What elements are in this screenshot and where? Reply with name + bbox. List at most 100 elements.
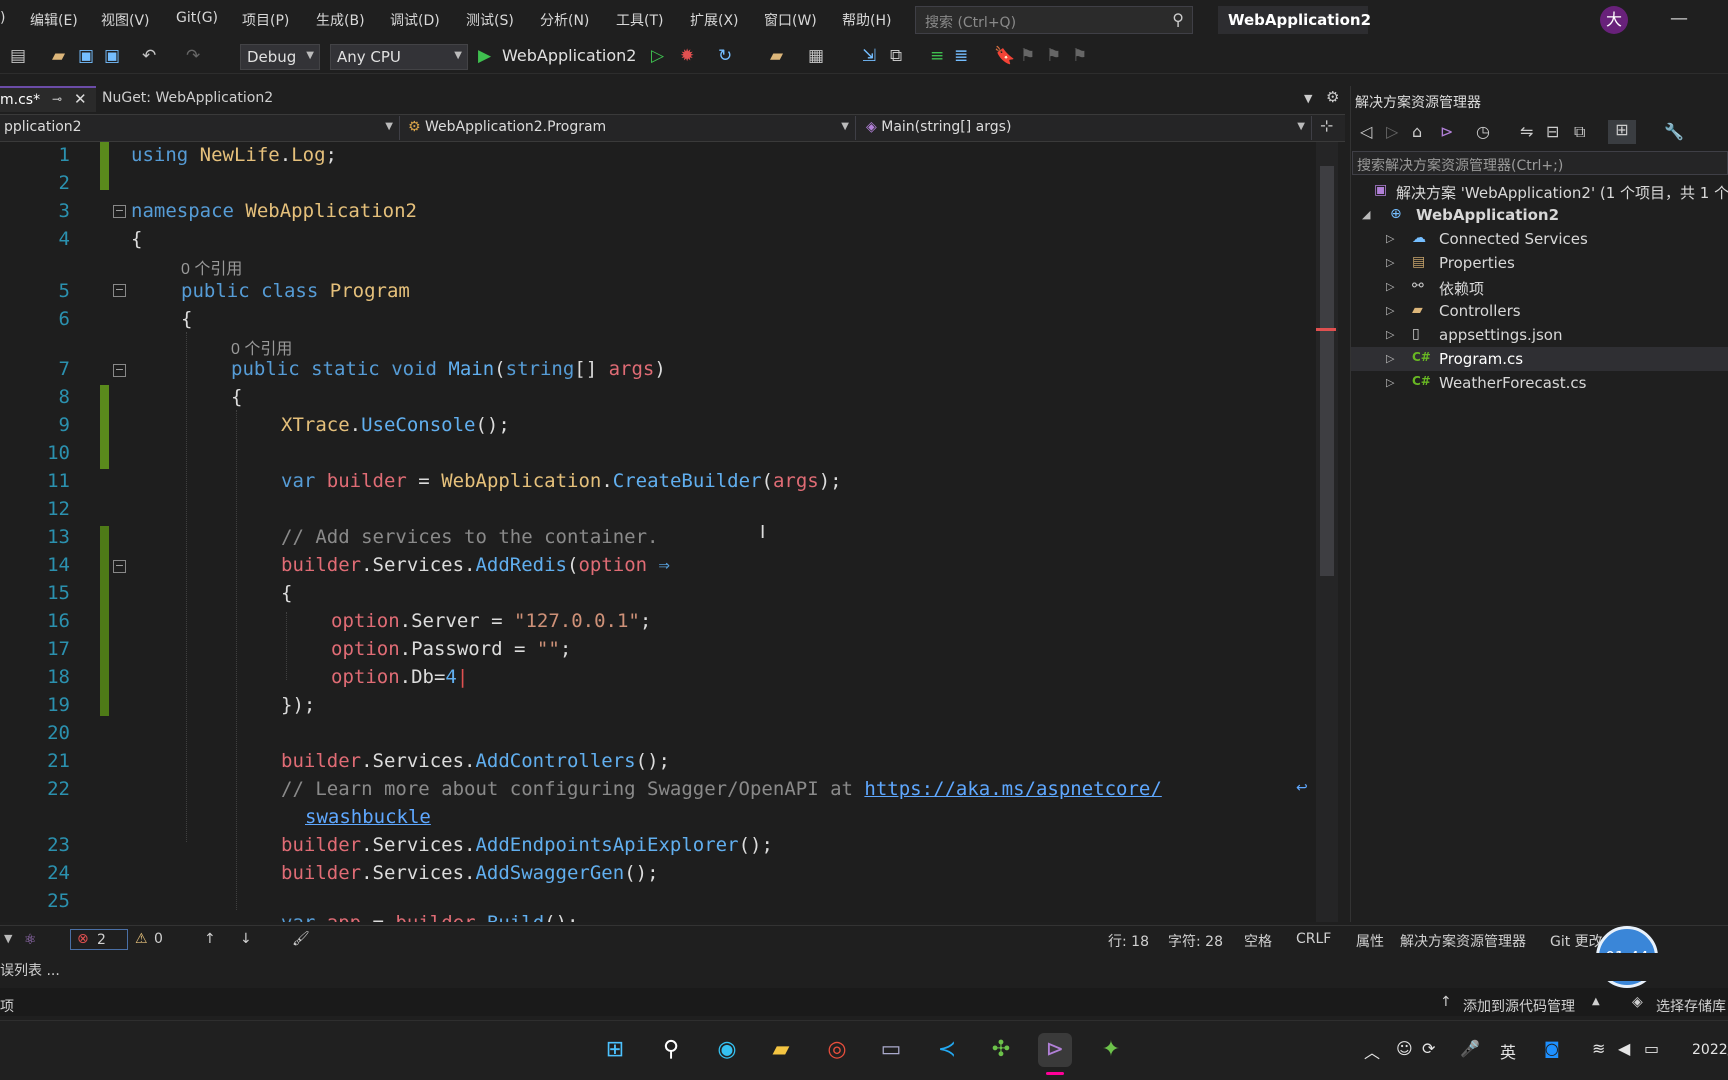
tab-git-changes[interactable]: Git 更改 xyxy=(1550,931,1603,951)
redo-icon[interactable]: ↷ xyxy=(186,46,200,66)
chevron-down-icon[interactable]: ▼ xyxy=(4,932,12,945)
expand-arrow-icon[interactable]: ◢ xyxy=(1362,208,1370,221)
collapse-arrow-icon[interactable]: ▷ xyxy=(1386,328,1394,341)
undo-icon[interactable]: ↶ xyxy=(142,46,156,66)
error-list-tab[interactable]: 误列表 ... xyxy=(0,960,60,980)
new-project-icon[interactable]: ▤ xyxy=(10,46,26,66)
bookmark-next-icon[interactable]: ⚑ xyxy=(1046,46,1061,66)
tree-item-properties[interactable]: Properties xyxy=(1439,254,1515,272)
search-input[interactable]: 搜索 (Ctrl+Q) ⚲ xyxy=(915,6,1193,34)
line-indicator[interactable]: 行: 18 xyxy=(1108,931,1149,951)
search-icon[interactable]: ⚲ xyxy=(654,1033,688,1067)
column-indicator[interactable]: 字符: 28 xyxy=(1168,931,1223,951)
sync-tray-icon[interactable]: ⟳ xyxy=(1422,1039,1435,1058)
microphone-icon[interactable]: 🎤 xyxy=(1460,1039,1480,1058)
collapse-arrow-icon[interactable]: ▷ xyxy=(1386,376,1394,389)
configuration-select[interactable]: Debug ▼ xyxy=(240,44,320,70)
copilot-icon[interactable]: ⚛ xyxy=(24,932,37,948)
refresh-icon[interactable]: ↻ xyxy=(718,46,732,66)
battery-icon[interactable]: ▭ xyxy=(1644,1039,1659,1058)
edge-icon[interactable]: ◉ xyxy=(710,1033,744,1067)
vs-icon[interactable]: ⊳ xyxy=(1440,122,1453,141)
chrome-icon[interactable]: ◎ xyxy=(820,1033,854,1067)
vertical-scrollbar[interactable] xyxy=(1316,142,1338,922)
tree-item-connected-services[interactable]: Connected Services xyxy=(1439,230,1588,248)
file-explorer-icon[interactable]: ▰ xyxy=(764,1033,798,1067)
avatar[interactable]: 大 xyxy=(1600,6,1628,34)
tab-properties[interactable]: 属性 xyxy=(1356,931,1384,951)
visual-studio-icon[interactable]: ⊳ xyxy=(1038,1033,1072,1067)
collapse-arrow-icon[interactable]: ▷ xyxy=(1386,256,1394,269)
collapse-arrow-icon[interactable]: ▷ xyxy=(1386,352,1394,365)
window-icon[interactable]: ⧉ xyxy=(890,46,902,66)
menu-item-edit[interactable]: 编辑(E) xyxy=(30,10,78,30)
tree-item-weatherforecast[interactable]: WeatherForecast.cs xyxy=(1439,374,1586,392)
start-without-debug-icon[interactable]: ▷ xyxy=(651,46,664,66)
remote-desktop-icon[interactable]: ▭ xyxy=(874,1033,908,1067)
tab-solution-explorer[interactable]: 解决方案资源管理器 xyxy=(1400,931,1526,951)
menu-item-test[interactable]: 测试(S) xyxy=(466,10,514,30)
forward-icon[interactable]: ▷ xyxy=(1386,122,1398,141)
collapse-arrow-icon[interactable]: ▷ xyxy=(1386,232,1394,245)
tab-nuget[interactable]: NuGet: WebApplication2 xyxy=(102,90,273,106)
browse-folder-icon[interactable]: ▰ xyxy=(770,46,783,66)
save-icon[interactable]: ▣ xyxy=(78,46,94,66)
wrench-icon[interactable]: 🔧 xyxy=(1664,122,1684,141)
menu-item-project[interactable]: 项目(P) xyxy=(242,10,289,30)
show-all-icon[interactable]: ⧉ xyxy=(1574,122,1585,142)
chevron-up-icon[interactable]: ▲ xyxy=(1592,996,1600,1007)
pin-icon[interactable]: ⊸ xyxy=(52,92,62,106)
vscode-icon[interactable]: ≺ xyxy=(930,1033,964,1067)
split-icon[interactable]: ⊹ xyxy=(1320,116,1333,135)
class-combo[interactable]: ⚙ WebApplication2.Program ▼ xyxy=(404,116,856,140)
solution-search-input[interactable]: 搜索解决方案资源管理器(Ctrl+;) xyxy=(1352,151,1728,175)
menu-item-file[interactable]: ) xyxy=(0,10,5,26)
fold-toggle[interactable]: − xyxy=(113,284,126,297)
menu-item-help[interactable]: 帮助(H) xyxy=(842,10,891,30)
tree-project[interactable]: WebApplication2 xyxy=(1416,206,1559,224)
clover-icon[interactable]: ✣ xyxy=(984,1033,1018,1067)
tab-program-cs[interactable]: m.cs* ⊸ ✕ xyxy=(0,86,96,112)
open-folder-icon[interactable]: ▰ xyxy=(52,46,65,66)
warning-count[interactable]: 0 xyxy=(154,931,163,947)
settings-icon[interactable]: ⚙ xyxy=(1326,88,1339,106)
close-icon[interactable]: ✕ xyxy=(74,90,87,108)
tree-item-program-cs[interactable]: Program.cs xyxy=(1439,350,1523,368)
hot-reload-icon[interactable]: ✹ xyxy=(680,46,694,66)
fold-toggle[interactable]: − xyxy=(113,364,126,377)
comment-icon[interactable]: ≡ xyxy=(930,46,944,66)
next-issue-icon[interactable]: ↓ xyxy=(240,931,252,947)
select-repository[interactable]: 选择存储库 xyxy=(1656,996,1726,1016)
minimize-icon[interactable]: — xyxy=(1670,8,1688,29)
menu-item-view[interactable]: 视图(V) xyxy=(101,10,150,30)
previous-issue-icon[interactable]: ↑ xyxy=(204,931,216,947)
save-all-icon[interactable]: ▣ xyxy=(104,46,120,66)
tree-item-dependencies[interactable]: 依赖项 xyxy=(1439,278,1484,299)
tray-overflow-icon[interactable]: ︿ xyxy=(1364,1039,1380,1063)
volume-icon[interactable]: ◀ xyxy=(1618,1039,1630,1058)
bookmark-icon[interactable]: 🔖 xyxy=(994,46,1015,66)
menu-item-tools[interactable]: 工具(T) xyxy=(616,10,663,30)
platform-select[interactable]: Any CPU ▼ xyxy=(330,44,468,70)
error-count-button[interactable]: ⊗ 2 xyxy=(70,929,128,950)
tab-overflow-icon[interactable]: ▼ xyxy=(1304,92,1312,105)
scrollbar-thumb[interactable] xyxy=(1320,166,1334,576)
collapse-arrow-icon[interactable]: ▷ xyxy=(1386,280,1394,293)
menu-item-build[interactable]: 生成(B) xyxy=(316,10,365,30)
pending-changes-icon[interactable]: ◷ xyxy=(1476,122,1490,141)
whitespace-indicator[interactable]: 空格 xyxy=(1244,931,1272,951)
codelens-references[interactable]: 0 个引用 xyxy=(181,255,242,279)
menu-item-git[interactable]: Git(G) xyxy=(176,10,218,26)
start-icon[interactable]: ⊞ xyxy=(598,1033,632,1067)
wifi-icon[interactable]: ≋ xyxy=(1592,1039,1605,1058)
home-icon[interactable]: ⌂ xyxy=(1412,122,1422,141)
project-combo[interactable]: pplication2 ▼ xyxy=(0,116,400,140)
qq-icon[interactable]: ☺ xyxy=(1396,1039,1413,1058)
member-combo[interactable]: ◈ Main(string[] args) ▼ xyxy=(862,116,1312,140)
run-target-label[interactable]: WebApplication2 xyxy=(502,46,636,66)
back-icon[interactable]: ◁ xyxy=(1360,122,1372,141)
bookmark-prev-icon[interactable]: ⚑ xyxy=(1020,46,1035,66)
codelens-references[interactable]: 0 个引用 xyxy=(231,335,292,359)
layout-icon[interactable]: ▦ xyxy=(808,46,824,66)
menu-item-analyze[interactable]: 分析(N) xyxy=(540,10,589,30)
